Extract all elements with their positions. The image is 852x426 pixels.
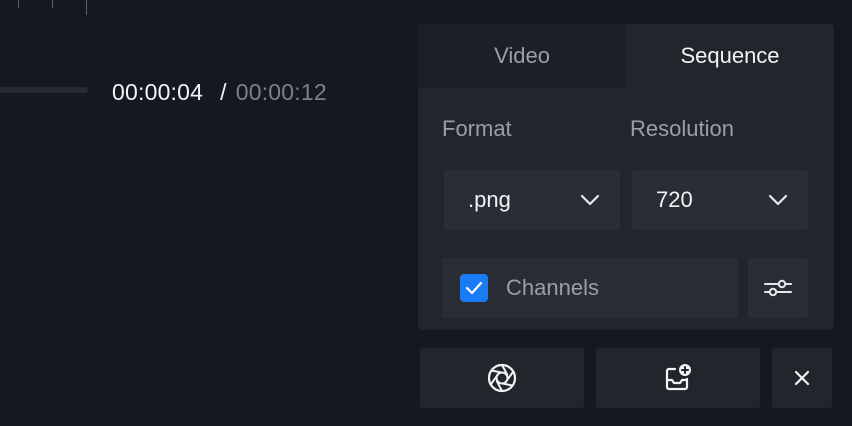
tab-sequence[interactable]: Sequence: [626, 24, 834, 88]
export-panel: Video Sequence Format Resolution .png 72…: [418, 24, 834, 330]
ruler-tick: [18, 0, 19, 8]
timecode-display: 00:00:04 / 00:00:12: [112, 78, 327, 106]
export-tabs: Video Sequence: [418, 24, 834, 88]
channels-label: Channels: [506, 275, 599, 300]
add-to-queue-button[interactable]: [596, 348, 760, 408]
sliders-icon: [764, 279, 792, 297]
total-time: 00:00:12: [235, 78, 327, 105]
format-label: Format: [442, 116, 512, 141]
ruler-tick: [86, 0, 87, 15]
chevron-down-icon: [768, 194, 788, 206]
close-button[interactable]: [772, 348, 832, 408]
checkmark-icon: [465, 281, 483, 295]
channel-settings-button[interactable]: [748, 258, 808, 318]
ruler-tick: [52, 0, 53, 8]
close-icon: [794, 370, 810, 386]
resolution-select[interactable]: 720: [632, 170, 808, 230]
timeline-scrub-track[interactable]: [0, 87, 88, 93]
chevron-down-icon: [580, 194, 600, 206]
resolution-value: 720: [656, 187, 693, 212]
current-time: 00:00:04: [112, 78, 204, 105]
channels-checkbox[interactable]: [460, 274, 488, 302]
tab-video[interactable]: Video: [418, 24, 626, 88]
time-separator: /: [220, 78, 227, 105]
snapshot-button[interactable]: [420, 348, 584, 408]
editor-stage: 00:00:04 / 00:00:12 Video Sequence Forma…: [0, 0, 852, 426]
resolution-label: Resolution: [630, 116, 734, 141]
channels-option[interactable]: Channels: [442, 258, 738, 318]
inbox-plus-icon: [665, 364, 691, 391]
aperture-icon: [487, 363, 517, 393]
format-select[interactable]: .png: [444, 170, 620, 230]
format-value: .png: [468, 187, 511, 212]
